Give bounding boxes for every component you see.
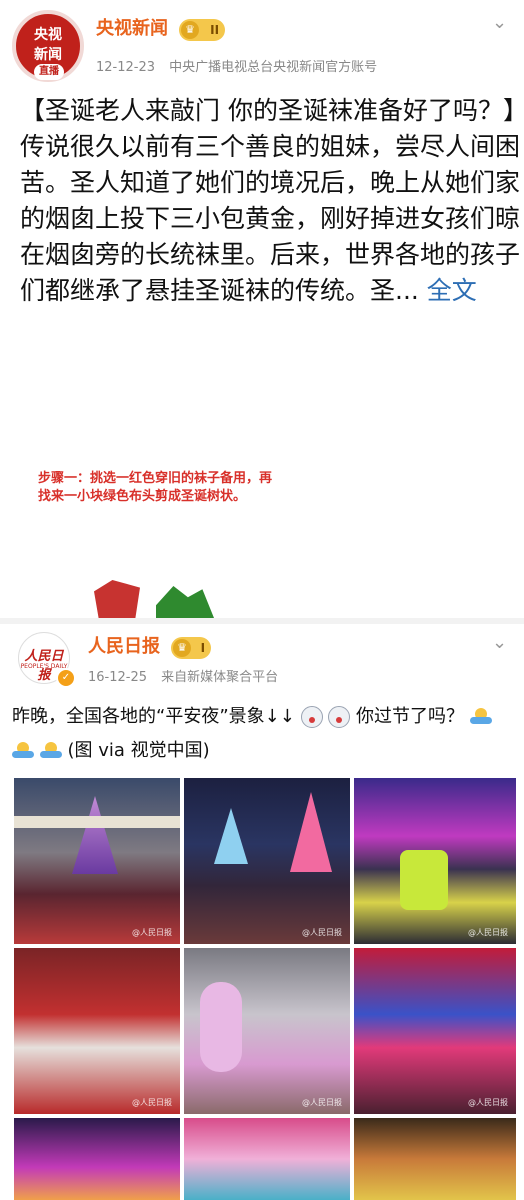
shrug-emoji-icon [469,708,492,726]
account-header: 央视新闻 ♛ II [96,14,226,41]
shocked-face-emoji-icon [300,706,323,728]
chevron-down-icon[interactable]: ⌄ [492,12,507,33]
cctv-avatar[interactable]: 央视 新闻 直播 [12,10,84,82]
post-source: 中央广播电视总台央视新闻官方账号 [169,60,378,75]
level-badge-2: ♛ I [171,636,212,659]
account-name-2[interactable]: 人民日报 [88,636,160,657]
post-meta: 12-12-23 中央广播电视总台央视新闻官方账号 [96,56,377,75]
red-sock-illustration [94,580,140,618]
verified-icon: ✓ [56,668,76,688]
photo-lights-1[interactable] [14,1118,180,1200]
post-date: 12-12-23 [96,60,156,75]
photo-night-street[interactable]: @人民日报 [354,948,516,1114]
post-source-2: 来自新媒体聚合平台 [161,670,279,685]
photo-snow-party[interactable]: @人民日报 [184,948,350,1114]
post-body: 【圣诞老人来敲门 你的圣诞袜准备好了吗？】传说很久以前有三个善良的姐妹，尝尽人间… [20,93,520,309]
photo-lights-3[interactable] [354,1118,516,1200]
crown-icon: ♛ [173,638,192,657]
full-text-link[interactable]: 全文 [427,276,477,305]
green-tree-illustration [156,586,214,618]
chevron-down-icon[interactable]: ⌄ [492,632,507,653]
shocked-face-emoji-icon [328,706,351,728]
post-card-cctv: 央视 新闻 直播 央视新闻 ♛ II 12-12-23 中央广播电视总台央视新闻… [0,0,524,618]
post-date-2: 16-12-25 [88,670,148,685]
level-badge: ♛ II [179,18,226,41]
crown-icon: ♛ [181,20,200,39]
shrug-emoji-icon [12,742,34,760]
photo-lights-2[interactable] [184,1118,350,1200]
photo-christmas-police[interactable]: @人民日报 [354,778,516,944]
account-header-2: 人民日报 ♛ I [88,632,212,659]
live-badge: 直播 [34,64,64,80]
account-name[interactable]: 央视新闻 [96,18,168,39]
post-body-text: 【圣诞老人来敲门 你的圣诞袜准备好了吗？】传说很久以前有三个善良的姐妹，尝尽人间… [20,96,521,305]
post-meta-2: 16-12-25 来自新媒体聚合平台 [88,666,278,685]
photo-christmas-crowd-1[interactable]: @人民日报 [14,778,180,944]
photo-christmas-crowd-2[interactable]: @人民日报 [184,778,350,944]
shrug-emoji-icon [39,742,62,760]
post-body-2: 昨晚，全国各地的“平安夜”景象↓↓ 你过节了吗？ (图 via 视觉中国) [12,700,517,768]
image-caption: 步骤一：挑选一红色穿旧的袜子备用，再找来一小块绿色布头剪成圣诞树状。 [38,471,273,504]
photo-santa-crowd[interactable]: @人民日报 [14,948,180,1114]
